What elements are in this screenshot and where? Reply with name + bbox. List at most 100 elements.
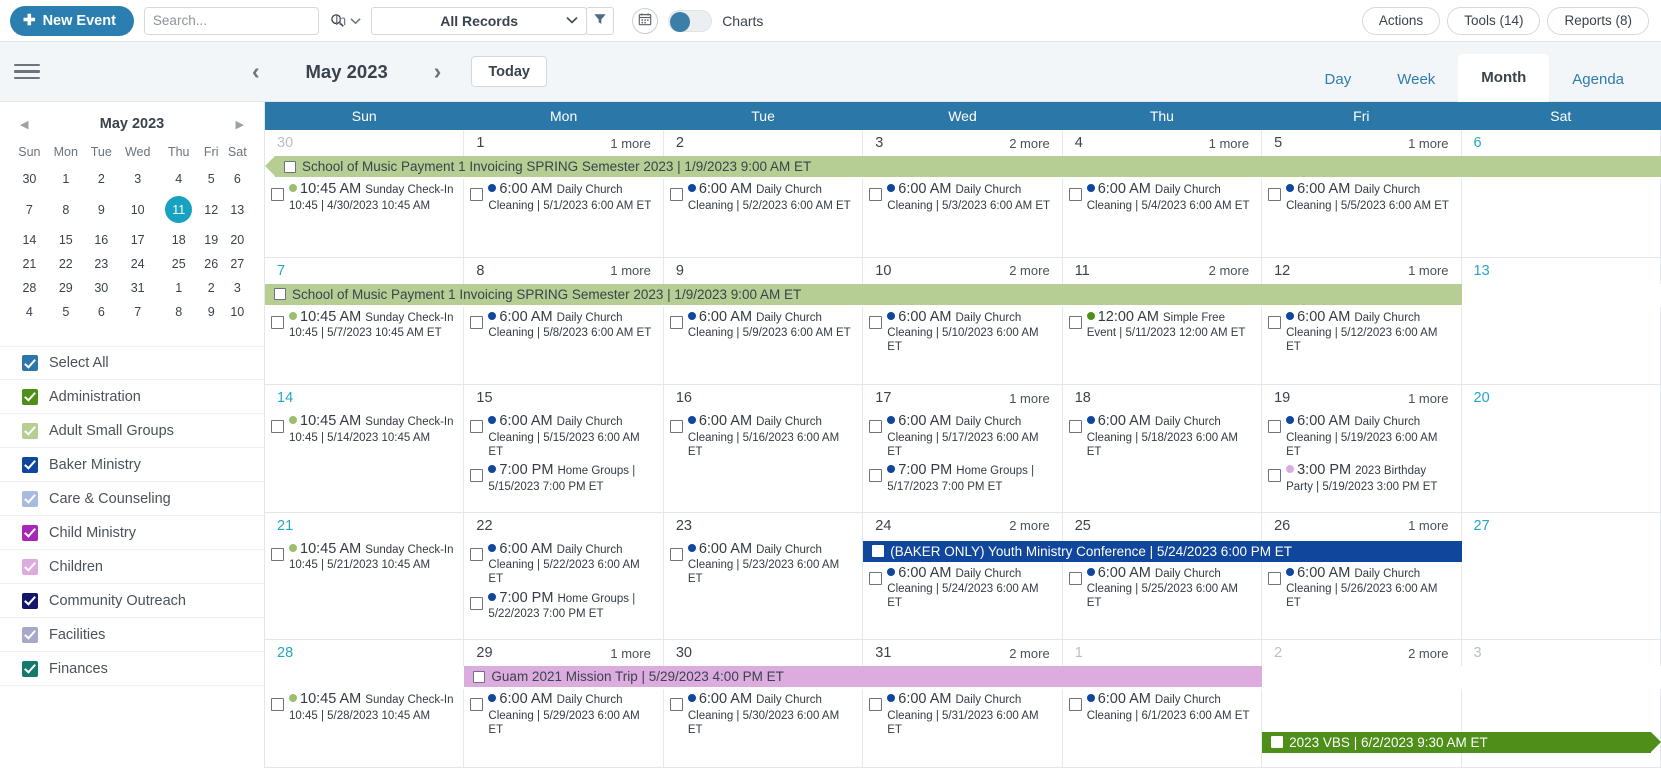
mini-day-15[interactable]: 15 xyxy=(47,228,85,252)
event-checkbox[interactable] xyxy=(271,547,284,561)
day-cell-13[interactable]: 13 xyxy=(1462,257,1661,284)
more-events-link[interactable]: 2 more xyxy=(1009,263,1049,278)
day-number[interactable]: 21 xyxy=(277,518,293,534)
event-checkbox[interactable] xyxy=(470,420,484,434)
day-cell-8[interactable]: 8 1 more xyxy=(464,257,664,284)
mini-day-3[interactable]: 3 xyxy=(118,167,158,191)
filter-row-care-counseling[interactable]: Care & Counseling xyxy=(0,482,264,516)
filter-row-baker-ministry[interactable]: Baker Ministry xyxy=(0,448,264,482)
event-checkbox[interactable] xyxy=(274,288,286,301)
mini-day-16[interactable]: 16 xyxy=(85,228,118,252)
event-checkbox[interactable] xyxy=(869,571,883,585)
calendar-event[interactable]: 6:00 AM Daily Church Cleaning | 5/22/202… xyxy=(470,541,656,587)
day-cell-22[interactable]: 22 xyxy=(464,512,664,539)
day-number[interactable]: 6 xyxy=(1474,135,1482,151)
checkbox-checked-icon[interactable] xyxy=(22,355,38,371)
day-cell-20[interactable]: 20 xyxy=(1462,385,1661,412)
tab-week[interactable]: Week xyxy=(1374,58,1458,102)
calendar-event[interactable]: 6:00 AM Daily Church Cleaning | 5/1/2023… xyxy=(470,181,656,213)
calendar-span-event[interactable]: 2023 VBS | 6/2/2023 9:30 AM ET xyxy=(1262,731,1661,753)
mini-day-1[interactable]: 1 xyxy=(47,167,85,191)
calendar-event[interactable]: 6:00 AM Daily Church Cleaning | 6/1/2023… xyxy=(1068,691,1255,723)
day-cell-30[interactable]: 30 xyxy=(664,640,864,667)
mini-day-10[interactable]: 10 xyxy=(223,300,252,324)
day-number[interactable]: 19 xyxy=(1274,390,1290,406)
calendar-event[interactable]: 6:00 AM Daily Church Cleaning | 5/31/202… xyxy=(869,691,1055,737)
mini-day-4[interactable]: 4 xyxy=(12,300,47,324)
event-checkbox[interactable] xyxy=(271,420,284,434)
previous-month-button[interactable]: ‹ xyxy=(244,60,268,83)
mini-day-7[interactable]: 7 xyxy=(118,300,158,324)
calendar-event[interactable]: 10:45 AM Sunday Check-In 10:45 | 5/7/202… xyxy=(271,309,457,341)
day-cell-19[interactable]: 19 1 more xyxy=(1262,385,1462,412)
calendar-event[interactable]: 6:00 AM Daily Church Cleaning | 5/25/202… xyxy=(1068,565,1255,611)
day-number[interactable]: 4 xyxy=(1075,135,1083,151)
day-cell-30[interactable]: 30 xyxy=(265,130,465,156)
checkbox-checked-icon[interactable] xyxy=(22,524,38,541)
mini-day-27[interactable]: 27 xyxy=(223,252,252,276)
checkbox-checked-icon[interactable] xyxy=(22,490,38,507)
event-checkbox[interactable] xyxy=(470,547,484,561)
checkbox-checked-icon[interactable] xyxy=(22,422,38,439)
day-number[interactable]: 10 xyxy=(875,263,891,279)
day-number[interactable]: 2 xyxy=(1274,645,1282,661)
filter-row-select-all[interactable]: Select All xyxy=(0,346,264,380)
day-cell-29[interactable]: 29 1 more xyxy=(464,640,664,667)
records-dropdown[interactable]: All Records xyxy=(371,6,588,35)
reports-button[interactable]: Reports (8) xyxy=(1547,6,1649,35)
day-cell-1[interactable]: 1 xyxy=(1063,640,1263,667)
day-number[interactable]: 18 xyxy=(1075,390,1091,406)
day-number[interactable]: 31 xyxy=(875,645,891,661)
day-cell-11[interactable]: 11 2 more xyxy=(1063,257,1263,284)
mini-day-29[interactable]: 29 xyxy=(47,276,85,300)
event-checkbox[interactable] xyxy=(869,315,883,329)
day-cell-14[interactable]: 14 xyxy=(265,385,465,412)
mini-day-12[interactable]: 12 xyxy=(200,191,223,228)
more-events-link[interactable]: 2 more xyxy=(1408,646,1448,661)
day-number[interactable]: 24 xyxy=(875,518,891,534)
mini-day-9[interactable]: 9 xyxy=(85,191,118,228)
day-cell-31[interactable]: 31 2 more xyxy=(863,640,1063,667)
charts-toggle[interactable] xyxy=(668,9,713,32)
calendar-event[interactable]: 6:00 AM Daily Church Cleaning | 5/24/202… xyxy=(869,565,1055,611)
tab-month[interactable]: Month xyxy=(1458,53,1550,102)
calendar-event[interactable]: 6:00 AM Daily Church Cleaning | 5/9/2023… xyxy=(669,309,856,341)
event-checkbox[interactable] xyxy=(1068,420,1082,434)
hamburger-menu-icon[interactable] xyxy=(14,60,40,84)
more-events-link[interactable]: 1 more xyxy=(610,263,650,278)
next-month-button[interactable]: › xyxy=(426,60,450,83)
day-cell-16[interactable]: 16 xyxy=(664,385,864,412)
more-events-link[interactable]: 1 more xyxy=(1408,518,1448,533)
day-cell-10[interactable]: 10 2 more xyxy=(863,257,1063,284)
day-number[interactable]: 16 xyxy=(676,390,692,406)
mini-day-11[interactable]: 11 xyxy=(158,191,200,228)
mini-day-8[interactable]: 8 xyxy=(158,300,200,324)
event-checkbox[interactable] xyxy=(284,160,296,173)
calendar-event[interactable]: 6:00 AM Daily Church Cleaning | 5/26/202… xyxy=(1268,565,1454,611)
day-number[interactable]: 1 xyxy=(476,135,484,151)
more-events-link[interactable]: 1 more xyxy=(1408,391,1448,406)
mini-day-1[interactable]: 1 xyxy=(158,276,200,300)
day-cell-2[interactable]: 2 2 more xyxy=(1262,640,1462,667)
event-checkbox[interactable] xyxy=(271,698,284,712)
calendar-event[interactable]: 6:00 AM Daily Church Cleaning | 5/10/202… xyxy=(869,309,1055,355)
mini-day-28[interactable]: 28 xyxy=(12,276,47,300)
day-number[interactable]: 12 xyxy=(1274,263,1290,279)
event-checkbox[interactable] xyxy=(1068,571,1082,585)
search-input[interactable] xyxy=(152,13,330,28)
day-number[interactable]: 30 xyxy=(676,645,692,661)
day-cell-5[interactable]: 5 1 more xyxy=(1262,130,1462,156)
day-cell-26[interactable]: 26 1 more xyxy=(1262,512,1462,539)
day-cell-1[interactable]: 1 1 more xyxy=(464,130,664,156)
mini-day-6[interactable]: 6 xyxy=(223,167,252,191)
day-cell-25[interactable]: 25 xyxy=(1063,512,1263,539)
mini-day-25[interactable]: 25 xyxy=(158,252,200,276)
mini-day-17[interactable]: 17 xyxy=(118,228,158,252)
day-number[interactable]: 23 xyxy=(676,518,692,534)
filter-row-child-ministry[interactable]: Child Ministry xyxy=(0,516,264,550)
event-checkbox[interactable] xyxy=(669,698,683,712)
event-checkbox[interactable] xyxy=(470,468,484,482)
event-checkbox[interactable] xyxy=(470,315,484,329)
day-number[interactable]: 9 xyxy=(676,263,684,279)
filter-button[interactable] xyxy=(586,6,615,35)
